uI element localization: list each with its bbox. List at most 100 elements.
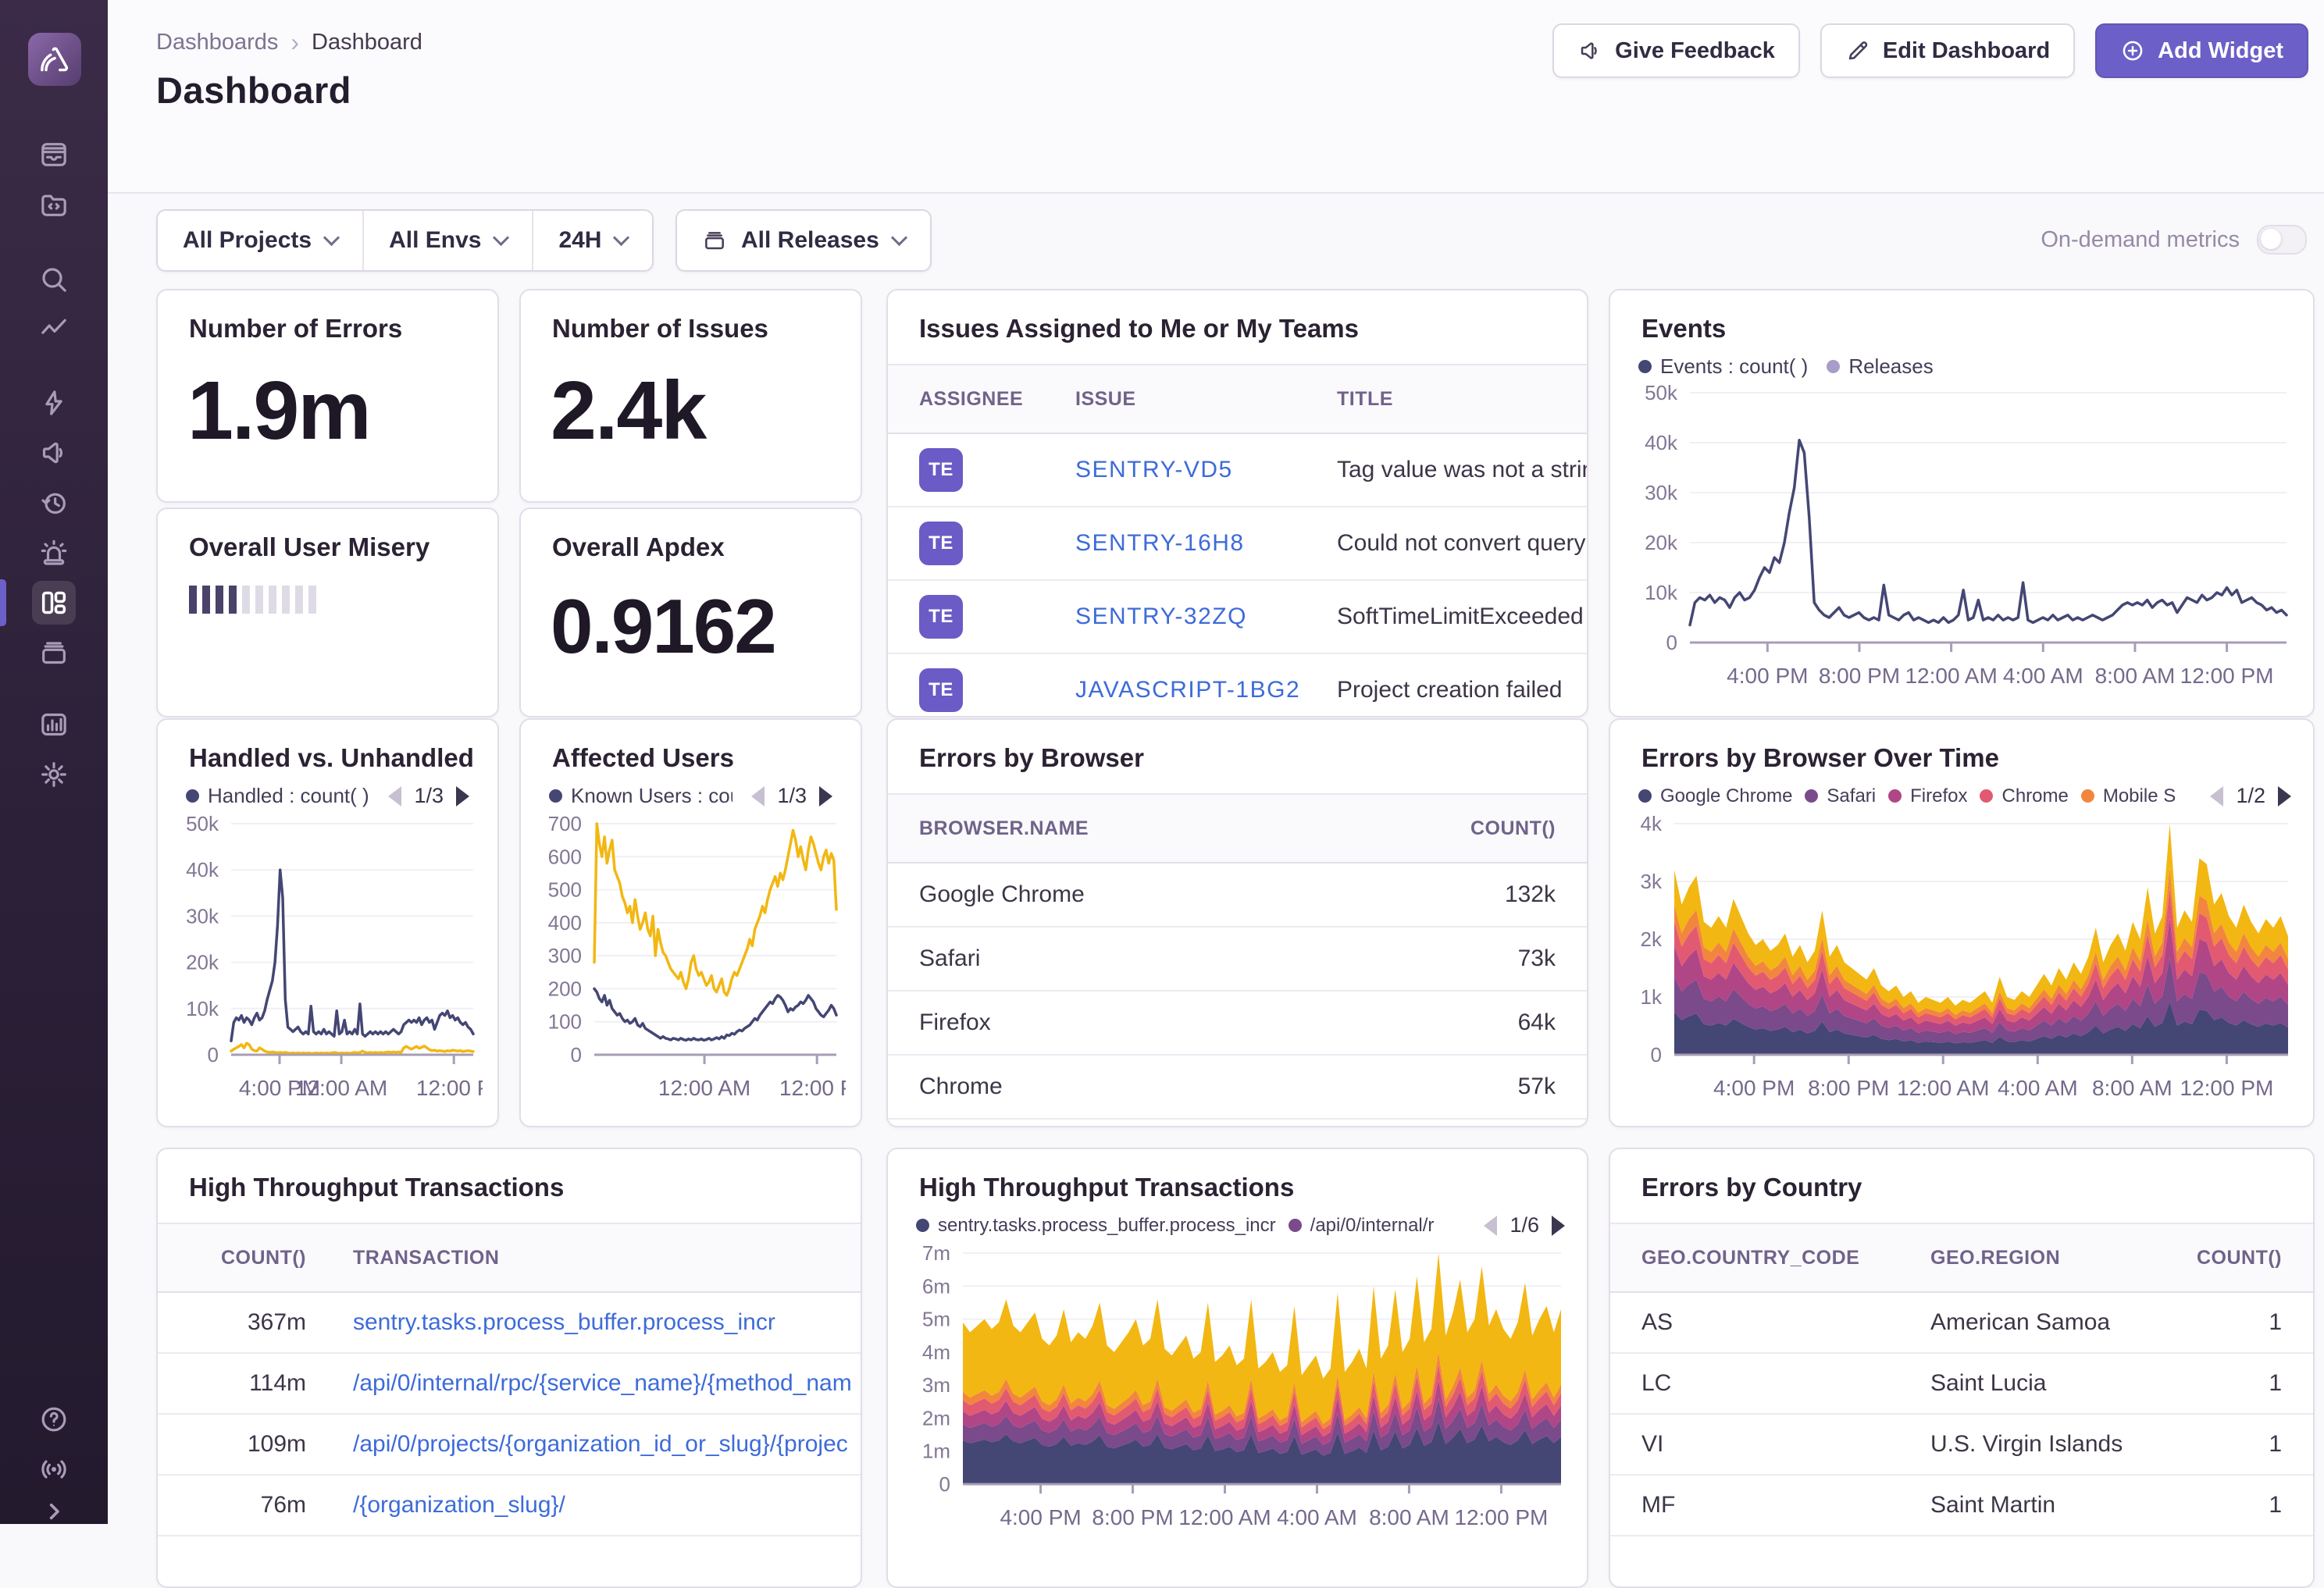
breadcrumb-dashboards[interactable]: Dashboards — [156, 30, 278, 55]
throughput-stacked-area-chart[interactable]: 0 1m 2m 3m 4m 5m 6m 7m 4:00 PM 8:00 PM 12:00 AM 4:0… — [902, 1242, 1570, 1533]
team-avatar[interactable]: TE — [919, 522, 963, 565]
table-row[interactable]: Safari 73k — [888, 928, 1587, 992]
environment-filter[interactable]: All Envs — [362, 211, 532, 270]
widget-number-of-issues[interactable]: Number of Issues 2.4k — [519, 289, 862, 503]
table-row[interactable]: 76m /{organization_slug}/ — [158, 1476, 861, 1536]
widget-affected-users[interactable]: Affected Users Known Users : cour 1/3 0 1… — [519, 718, 862, 1127]
lightning-icon[interactable] — [32, 381, 76, 425]
widget-events-chart[interactable]: Events Events : count( ) Releases 0 10k 20… — [1609, 289, 2315, 717]
svg-text:4:00 PM: 4:00 PM — [1727, 664, 1808, 688]
affected-users-line-chart[interactable]: 0 100 200 300 400 500 600 700 12:00 AM 12:00 P — [530, 813, 846, 1103]
search-icon[interactable] — [32, 258, 76, 301]
performance-icon[interactable] — [32, 308, 76, 351]
collapse-sidebar-icon[interactable] — [32, 1490, 76, 1533]
team-avatar[interactable]: TE — [919, 595, 963, 639]
settings-icon[interactable] — [32, 753, 76, 796]
table-row[interactable]: LC Saint Lucia 1 — [1610, 1354, 2313, 1415]
widget-handled-vs-unhandled[interactable]: Handled vs. Unhandled Handled : count( )… — [156, 718, 499, 1127]
svg-text:12:00 PM: 12:00 PM — [2180, 664, 2274, 688]
widget-title: Number of Issues — [552, 314, 768, 343]
legend-item[interactable]: Handled : count( ) — [186, 784, 369, 808]
table-row[interactable]: Google Chrome 132k — [888, 863, 1587, 928]
legend-item[interactable]: Chrome — [1980, 785, 2069, 807]
legend-item[interactable]: Releases — [1827, 354, 1934, 379]
transaction-link[interactable]: /api/0/projects/{organization_id_or_slug… — [353, 1431, 848, 1457]
table-row[interactable]: Mobile Safari 38k — [888, 1120, 1587, 1126]
legend-item[interactable]: sentry.tasks.process_buffer.process_incr — [916, 1215, 1276, 1237]
give-feedback-button[interactable]: Give Feedback — [1552, 23, 1800, 78]
legend-item[interactable]: Firefox — [1888, 785, 1967, 807]
releases-filter[interactable]: All Releases — [675, 209, 932, 272]
legend-item[interactable]: Google Chrome — [1638, 785, 1792, 807]
project-filter[interactable]: All Projects — [158, 211, 362, 270]
stats-icon[interactable] — [32, 703, 76, 746]
prev-page-icon[interactable] — [388, 785, 402, 806]
transaction-link[interactable]: sentry.tasks.process_buffer.process_incr — [353, 1309, 775, 1335]
table-row[interactable]: TE JAVASCRIPT-1BG2 Project creation fail… — [888, 654, 1587, 716]
add-widget-button[interactable]: Add Widget — [2095, 23, 2308, 78]
svg-text:0: 0 — [1666, 631, 1677, 654]
legend-item[interactable]: Events : count( ) — [1638, 354, 1808, 379]
help-icon[interactable] — [32, 1398, 76, 1441]
widget-errors-by-country[interactable]: Errors by Country GEO.COUNTRY_CODE GEO.R… — [1609, 1148, 2315, 1588]
table-row[interactable]: VI U.S. Virgin Islands 1 — [1610, 1415, 2313, 1476]
table-row[interactable]: TE SENTRY-16H8 Could not convert query — [888, 507, 1587, 581]
browser-stacked-area-chart[interactable]: 0 1k 2k 3k 4k 4:00 PM 8:00 PM 12:00 AM 4:00 AM 8:… — [1626, 813, 2297, 1103]
events-line-chart[interactable]: 0 10k 20k 30k 40k 50k 4:00 PM 8:00 PM 12:00 AM 4:… — [1627, 382, 2296, 691]
handled-line-chart[interactable]: 010k20k30k40k50k4:00 PM12:00 AM12:00 P — [167, 813, 483, 1103]
projects-icon[interactable] — [32, 183, 76, 226]
widget-high-throughput-table[interactable]: High Throughput Transactions COUNT() TRA… — [156, 1148, 862, 1588]
date-range-filter[interactable]: 24H — [532, 211, 652, 270]
transaction-link[interactable]: /api/0/internal/rpc/{service_name}/{meth… — [353, 1370, 852, 1396]
prev-page-icon[interactable] — [751, 785, 765, 806]
alerts-icon[interactable] — [32, 531, 76, 575]
issue-link[interactable]: SENTRY-16H8 — [1075, 530, 1245, 556]
prev-page-icon[interactable] — [2210, 785, 2224, 806]
table-row[interactable]: TE SENTRY-32ZQ SoftTimeLimitExceeded — [888, 581, 1587, 654]
svg-text:4:00 PM: 4:00 PM — [1713, 1076, 1795, 1100]
legend-item[interactable]: /api/0/internal/r — [1288, 1215, 1434, 1237]
legend-item[interactable]: Known Users : cour — [549, 784, 732, 808]
issue-link[interactable]: SENTRY-32ZQ — [1075, 604, 1247, 629]
next-page-icon[interactable] — [456, 785, 469, 806]
table-row[interactable]: MF Saint Martin 1 — [1610, 1476, 2313, 1536]
pencil-icon — [1848, 41, 1868, 60]
table-header: BROWSER.NAME COUNT() — [888, 793, 1587, 863]
table-row[interactable]: AS American Samoa 1 — [1610, 1293, 2313, 1354]
next-page-icon[interactable] — [819, 785, 832, 806]
next-page-icon[interactable] — [1552, 1215, 1565, 1236]
legend-item[interactable]: Safari — [1805, 785, 1876, 807]
team-avatar[interactable]: TE — [919, 448, 963, 492]
table-row[interactable]: Chrome 57k — [888, 1056, 1587, 1120]
table-row[interactable]: Firefox 64k — [888, 992, 1587, 1056]
issue-link[interactable]: SENTRY-VD5 — [1075, 457, 1233, 482]
next-page-icon[interactable] — [2278, 785, 2291, 806]
table-row[interactable]: 109m /api/0/projects/{organization_id_or… — [158, 1415, 861, 1476]
prev-page-icon[interactable] — [1484, 1215, 1498, 1236]
errors-count-value: 1.9m — [187, 365, 372, 457]
replays-icon[interactable] — [32, 481, 76, 525]
widget-errors-by-browser-over-time[interactable]: Errors by Browser Over Time Google Chrom… — [1609, 718, 2315, 1127]
chevron-down-icon — [613, 229, 630, 246]
widget-errors-by-browser[interactable]: Errors by Browser BROWSER.NAME COUNT() G… — [886, 718, 1588, 1127]
ondemand-metrics-toggle[interactable] — [2257, 225, 2307, 255]
edit-dashboard-button[interactable]: Edit Dashboard — [1820, 23, 2076, 78]
widget-user-misery[interactable]: Overall User Misery — [156, 507, 499, 717]
team-avatar[interactable]: TE — [919, 668, 963, 712]
widget-issues-assigned[interactable]: Issues Assigned to Me or My Teams ASSIGN… — [886, 289, 1588, 717]
issue-link[interactable]: JAVASCRIPT-1BG2 — [1075, 677, 1300, 703]
table-row[interactable]: 114m /api/0/internal/rpc/{service_name}/… — [158, 1354, 861, 1415]
broadcast-icon[interactable] — [32, 1447, 76, 1491]
issues-icon[interactable] — [32, 133, 76, 176]
megaphone-icon[interactable] — [32, 431, 76, 475]
table-row[interactable]: TE SENTRY-VD5 Tag value was not a strin — [888, 434, 1587, 507]
widget-apdex[interactable]: Overall Apdex 0.9162 — [519, 507, 862, 717]
widget-high-throughput-chart[interactable]: High Throughput Transactions sentry.task… — [886, 1148, 1588, 1588]
sentry-logo[interactable] — [28, 33, 81, 86]
releases-icon[interactable] — [32, 631, 76, 675]
legend-item[interactable]: Mobile S — [2080, 785, 2176, 807]
transaction-link[interactable]: /{organization_slug}/ — [353, 1492, 565, 1518]
widget-number-of-errors[interactable]: Number of Errors 1.9m — [156, 289, 499, 503]
dashboards-icon[interactable] — [32, 581, 76, 625]
table-row[interactable]: 367m sentry.tasks.process_buffer.process… — [158, 1293, 861, 1354]
